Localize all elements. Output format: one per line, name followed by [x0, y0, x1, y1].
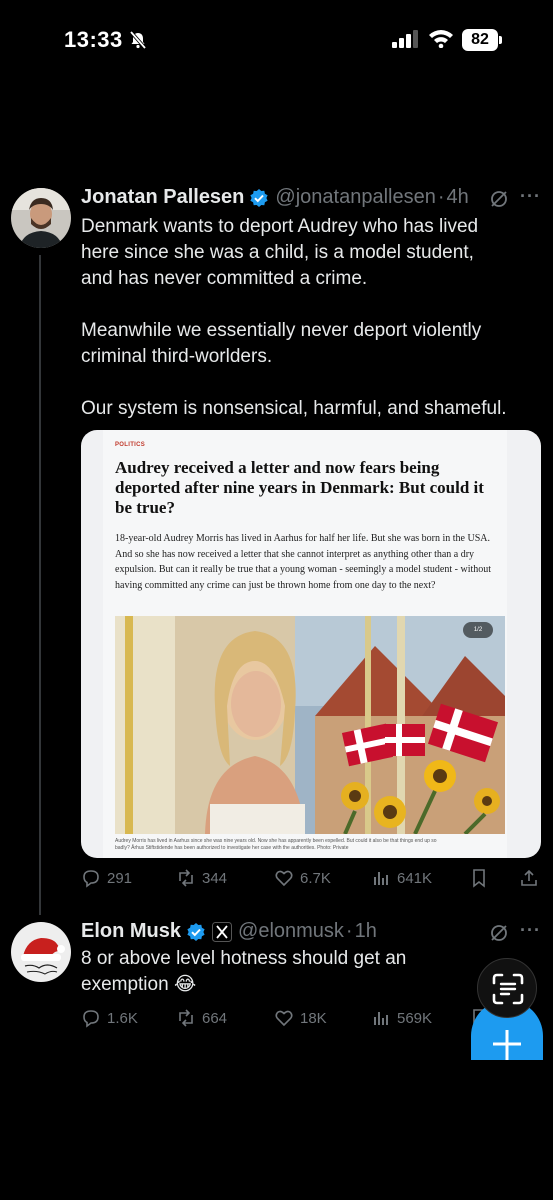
author-name[interactable]: Elon Musk [81, 920, 181, 943]
reply-button[interactable]: 1.6K [81, 1008, 138, 1028]
battery-level: 82 [462, 29, 498, 51]
profile-photo [11, 188, 71, 248]
tweet2-header: Elon Musk @elonmusk · 1h [81, 920, 377, 943]
silent-bell-icon [129, 30, 147, 50]
clock: 13:33 [64, 27, 123, 52]
heart-icon [275, 1010, 293, 1027]
live-text-scan-icon [492, 973, 524, 1005]
dot-separator: · [345, 920, 353, 942]
author-handle[interactable]: @jonatanpallesen [275, 186, 435, 209]
views-count: 641K [397, 869, 433, 887]
grok-icon[interactable] [489, 189, 509, 209]
reply-count: 1.6K [107, 1009, 138, 1027]
like-count: 6.7K [300, 869, 331, 887]
tweet-timestamp[interactable]: 1h [355, 920, 377, 943]
author-name[interactable]: Jonatan Pallesen [81, 186, 244, 209]
text-scan-button[interactable] [477, 958, 537, 1018]
reply-icon [83, 1010, 99, 1028]
verified-badge-icon [250, 188, 269, 207]
wifi-icon [429, 30, 453, 48]
x-affiliate-badge-icon [212, 921, 233, 942]
like-count: 18K [300, 1009, 327, 1027]
cellular-signal-icon [392, 30, 418, 48]
dot-separator: · [437, 186, 445, 208]
like-button[interactable]: 18K [274, 1008, 327, 1028]
photo-counter-badge: 1/2 [463, 622, 493, 638]
article-headline: Audrey received a letter and now fears b… [115, 458, 484, 517]
repost-icon [179, 1009, 193, 1027]
tweet-timestamp[interactable]: 4h [447, 186, 469, 209]
status-bar: 13:33 82 [0, 0, 553, 80]
avatar-jonatan-pallesen[interactable] [11, 188, 71, 248]
thread-connector-line [39, 255, 41, 915]
views-chart-icon [374, 872, 388, 885]
tweet2-text: 8 or above level hotness should get an e… [81, 948, 407, 995]
reply-icon [83, 870, 99, 888]
tweet1-text: Denmark wants to deport Audrey who has l… [81, 216, 507, 419]
bookmark-icon[interactable] [469, 868, 489, 888]
author-handle[interactable]: @elonmusk [238, 920, 344, 943]
like-button[interactable]: 6.7K [274, 868, 331, 888]
repost-button[interactable]: 344 [176, 868, 227, 888]
photo-caption: Audrey Morris has lived in Aarhus since … [115, 838, 437, 851]
grok-icon[interactable] [489, 923, 509, 943]
avatar-elon-musk[interactable] [11, 922, 71, 982]
heart-icon [275, 870, 293, 887]
article-category: POLITICS [115, 442, 146, 448]
views-count: 569K [397, 1009, 433, 1027]
more-options-icon[interactable]: ··· [520, 920, 541, 941]
reply-button[interactable]: 291 [81, 868, 132, 888]
repost-button[interactable]: 664 [176, 1008, 227, 1028]
repost-icon [179, 869, 193, 887]
article-image-card[interactable]: POLITICS Audrey received a letter and no… [81, 430, 541, 858]
repost-count: 344 [202, 869, 228, 887]
reply-count: 291 [107, 869, 133, 887]
views-button[interactable]: 569K [371, 1008, 432, 1028]
article-photo: 1/2 [115, 616, 505, 834]
views-button[interactable]: 641K [371, 868, 432, 888]
share-icon[interactable] [519, 868, 539, 888]
repost-count: 664 [202, 1009, 228, 1027]
battery-indicator: 82 [462, 29, 502, 51]
tweet1-header: Jonatan Pallesen @jonatanpallesen · 4h [81, 186, 469, 209]
article-lede: 18-year-old Audrey Morris has lived in A… [115, 533, 492, 591]
more-options-icon[interactable]: ··· [520, 186, 541, 207]
views-chart-icon [374, 1012, 388, 1025]
verified-badge-icon [187, 922, 205, 941]
profile-photo [11, 922, 71, 982]
portrait-with-flags-image [115, 616, 505, 834]
tweet1-action-bar: 291 344 6.7K 641K [81, 868, 541, 892]
